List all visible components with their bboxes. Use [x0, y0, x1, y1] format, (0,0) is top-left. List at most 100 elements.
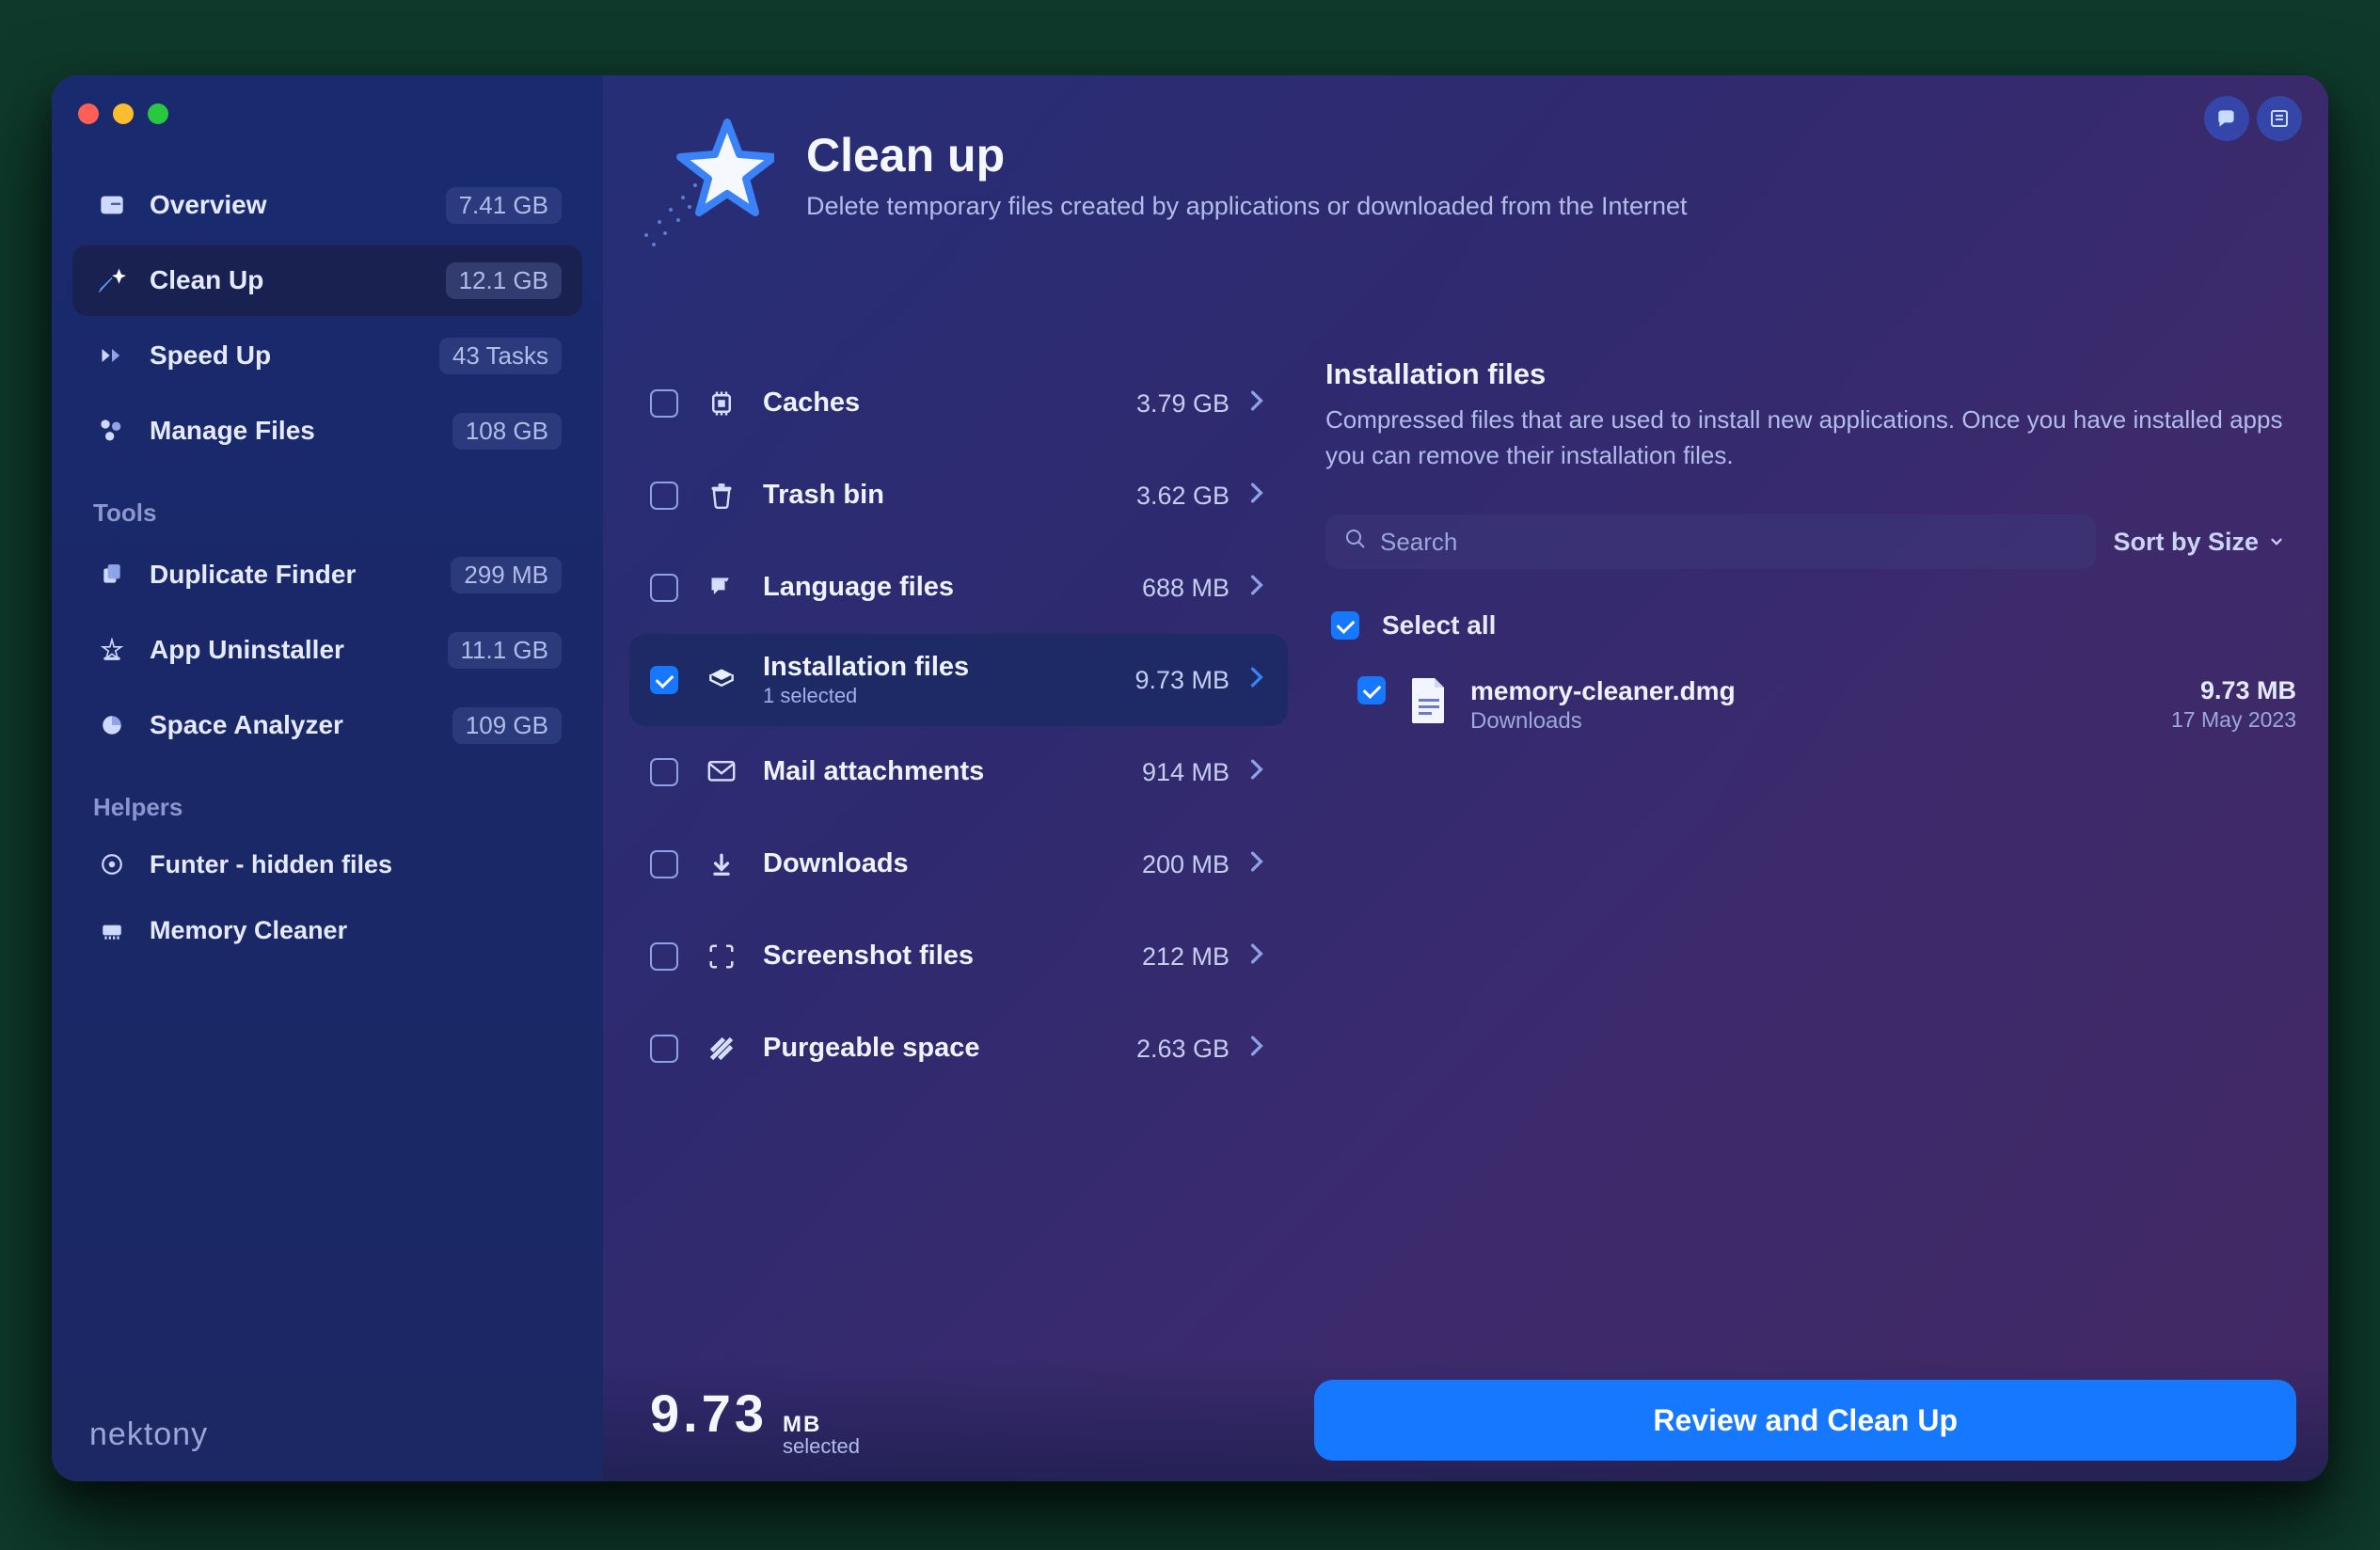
- sidebar-item-label: Space Analyzer: [150, 710, 452, 740]
- category-row-trash-bin[interactable]: Trash bin3.62 GB: [629, 450, 1288, 542]
- sidebar-item-speed-up[interactable]: Speed Up 43 Tasks: [72, 320, 582, 391]
- sort-label: Sort by Size: [2113, 528, 2259, 557]
- mail-attachments-icon: [703, 761, 740, 783]
- duplicate-icon: [93, 562, 131, 587]
- sidebar-item-label: Memory Cleaner: [150, 916, 562, 945]
- detail-title: Installation files: [1325, 357, 2302, 391]
- category-label: Trash bin: [763, 481, 1098, 511]
- category-row-downloads[interactable]: Downloads200 MB: [629, 818, 1288, 910]
- uninstall-icon: [93, 638, 131, 662]
- sidebar-item-clean-up[interactable]: Clean Up 12.1 GB: [72, 245, 582, 316]
- chat-icon[interactable]: [2204, 96, 2249, 141]
- installation-icon: [703, 667, 740, 693]
- chevron-right-icon: [1250, 759, 1263, 785]
- category-checkbox[interactable]: [650, 574, 678, 602]
- sidebar-item-badge: 109 GB: [452, 707, 562, 744]
- zoom-icon[interactable]: [148, 103, 168, 124]
- sidebar-item-funter[interactable]: Funter - hidden files: [72, 833, 582, 895]
- chevron-right-icon: [1250, 482, 1263, 509]
- category-size: 200 MB: [1098, 850, 1230, 879]
- category-row-purgeable[interactable]: Purgeable space2.63 GB: [629, 1003, 1288, 1095]
- category-label: Downloads: [763, 849, 1098, 879]
- sidebar: Overview 7.41 GB Clean Up 12.1 GB Speed …: [52, 75, 603, 1481]
- category-size: 2.63 GB: [1098, 1035, 1230, 1064]
- select-all-checkbox[interactable]: [1331, 611, 1359, 640]
- news-icon[interactable]: [2257, 96, 2302, 141]
- category-checkbox[interactable]: [650, 942, 678, 971]
- chevron-right-icon: [1250, 1036, 1263, 1062]
- category-row-mail-attachments[interactable]: Mail attachments914 MB: [629, 726, 1288, 818]
- category-checkbox[interactable]: [650, 1035, 678, 1063]
- total-unit: MB: [783, 1412, 821, 1437]
- page-subtitle: Delete temporary files created by applic…: [806, 192, 1688, 221]
- filter-row: Sort by Size: [1325, 514, 2302, 569]
- category-size: 9.73 MB: [1098, 666, 1230, 695]
- sidebar-item-overview[interactable]: Overview 7.41 GB: [72, 169, 582, 241]
- category-row-screenshot[interactable]: Screenshot files212 MB: [629, 910, 1288, 1003]
- sidebar-item-label: Manage Files: [150, 416, 452, 446]
- sidebar-item-duplicate-finder[interactable]: Duplicate Finder 299 MB: [72, 539, 582, 610]
- sidebar-item-badge: 12.1 GB: [446, 262, 562, 299]
- memory-icon: [93, 918, 131, 942]
- top-actions: [2204, 96, 2302, 141]
- category-label: Language files: [763, 573, 1098, 603]
- chevron-right-icon: [1250, 943, 1263, 970]
- sidebar-item-badge: 108 GB: [452, 413, 562, 450]
- sidebar-item-manage-files[interactable]: Manage Files 108 GB: [72, 395, 582, 467]
- sort-dropdown[interactable]: Sort by Size: [2113, 528, 2302, 557]
- hero-star-icon: [633, 113, 774, 254]
- category-size: 914 MB: [1098, 758, 1230, 787]
- category-row-language-files[interactable]: Language files688 MB: [629, 542, 1288, 634]
- category-checkbox[interactable]: [650, 666, 678, 694]
- category-checkbox[interactable]: [650, 758, 678, 786]
- broom-star-icon: [93, 266, 131, 294]
- file-name: memory-cleaner.dmg: [1470, 676, 2171, 706]
- category-checkbox[interactable]: [650, 482, 678, 510]
- file-row[interactable]: memory-cleaner.dmg Downloads 9.73 MB 17 …: [1325, 663, 2302, 748]
- category-checkbox[interactable]: [650, 850, 678, 878]
- category-label: Screenshot files: [763, 941, 1098, 972]
- sidebar-item-app-uninstaller[interactable]: App Uninstaller 11.1 GB: [72, 614, 582, 686]
- minimize-icon[interactable]: [113, 103, 134, 124]
- sidebar-item-label: Overview: [150, 190, 446, 220]
- sidebar-item-memory-cleaner[interactable]: Memory Cleaner: [72, 899, 582, 961]
- detail-description: Compressed files that are used to instal…: [1325, 403, 2302, 473]
- sidebar-item-space-analyzer[interactable]: Space Analyzer 109 GB: [72, 689, 582, 761]
- category-row-caches[interactable]: Caches3.79 GB: [629, 357, 1288, 450]
- category-size: 3.62 GB: [1098, 482, 1230, 511]
- file-checkbox[interactable]: [1357, 676, 1386, 704]
- sidebar-item-label: Clean Up: [150, 265, 446, 295]
- total-value: 9.73: [650, 1383, 768, 1444]
- window-controls: [78, 103, 582, 124]
- downloads-icon: [703, 850, 740, 878]
- close-icon[interactable]: [78, 103, 99, 124]
- selection-total: 9.73 MB selected: [650, 1383, 860, 1459]
- search-input[interactable]: [1380, 528, 2077, 557]
- page-title: Clean up: [806, 128, 1688, 182]
- sidebar-item-label: App Uninstaller: [150, 635, 448, 665]
- sidebar-item-label: Duplicate Finder: [150, 560, 451, 590]
- sidebar-section-tools: Tools: [93, 498, 582, 528]
- category-label: Caches: [763, 388, 1098, 419]
- sidebar-item-badge: 7.41 GB: [446, 187, 562, 224]
- grid-icon: [93, 418, 131, 444]
- category-size: 688 MB: [1098, 574, 1230, 603]
- total-label: selected: [783, 1434, 860, 1459]
- review-clean-button[interactable]: Review and Clean Up: [1314, 1380, 2296, 1461]
- file-size: 9.73 MB: [2171, 676, 2296, 705]
- category-label: Mail attachments: [763, 757, 1098, 787]
- chevron-right-icon: [1250, 390, 1263, 417]
- main-content: Clean up Delete temporary files created …: [603, 75, 2328, 1481]
- select-all-row[interactable]: Select all: [1325, 597, 2302, 654]
- category-checkbox[interactable]: [650, 389, 678, 418]
- target-icon: [93, 852, 131, 877]
- category-list: Caches3.79 GBTrash bin3.62 GBLanguage fi…: [629, 357, 1288, 1359]
- sidebar-item-badge: 11.1 GB: [448, 632, 562, 669]
- category-row-installation[interactable]: Installation files1 selected9.73 MB: [629, 634, 1288, 726]
- category-label: Purgeable space: [763, 1034, 1098, 1064]
- purgeable-icon: [703, 1036, 740, 1062]
- search-icon: [1344, 528, 1367, 557]
- select-all-label: Select all: [1382, 610, 1496, 641]
- search-input-wrap[interactable]: [1325, 514, 2096, 569]
- chevron-right-icon: [1250, 667, 1263, 693]
